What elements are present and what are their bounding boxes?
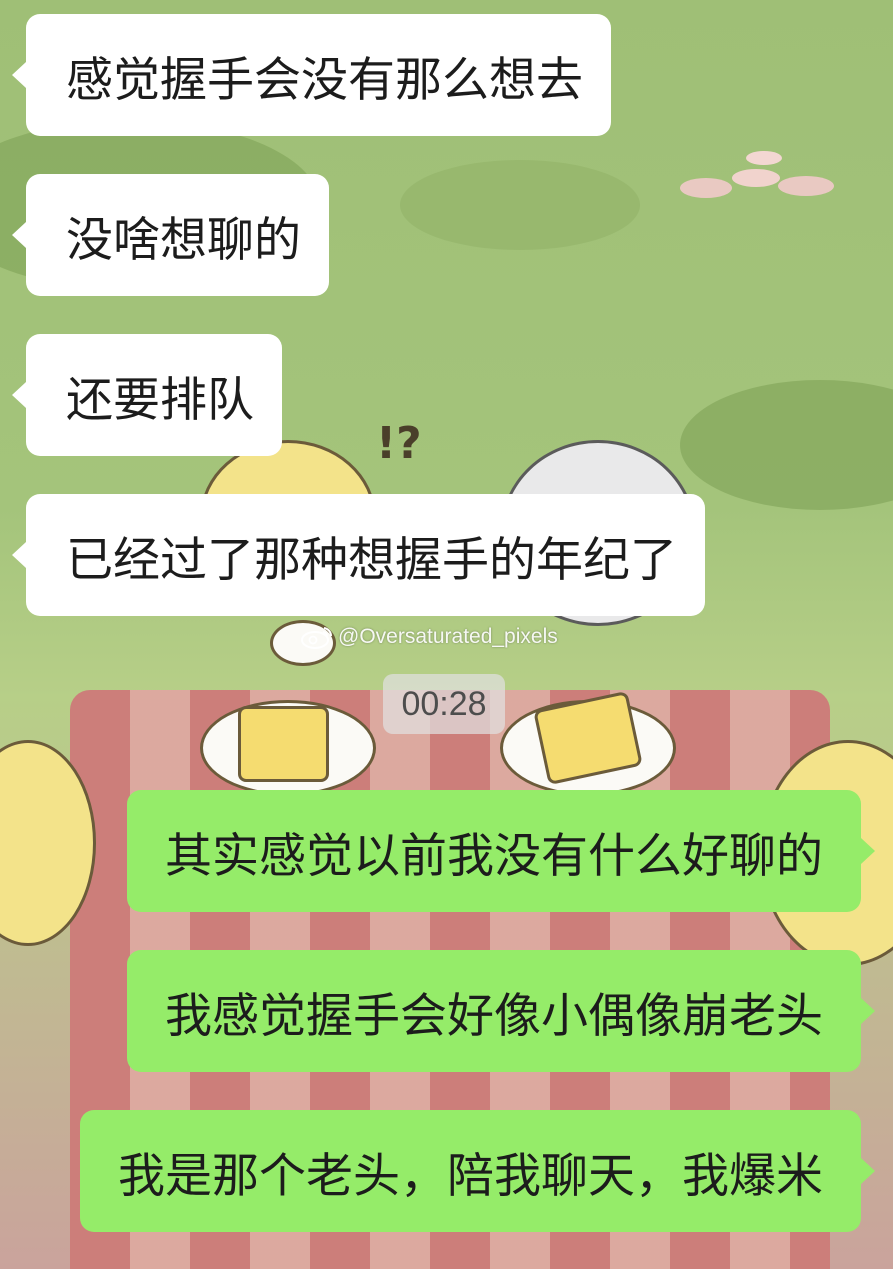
watermark-text: @Oversaturated_pixels [338,625,558,648]
message-text: 没啥想聊的 [66,212,301,268]
message-bubble-outgoing[interactable]: 我是那个老头，陪我聊天，我爆米 [80,1110,875,1232]
message-text: 还要排队 [66,372,254,428]
message-text: 感觉握手会没有那么想去 [66,52,583,108]
message-bubble-incoming[interactable]: 没啥想聊的 [12,174,329,296]
message-text: 我是那个老头，陪我聊天，我爆米 [118,1148,823,1204]
svg-text:!?: !? [376,418,422,469]
weibo-logo-icon [301,627,333,649]
message-bubble-outgoing[interactable]: 我感觉握手会好像小偶像崩老头 [127,950,875,1072]
message-bubble-outgoing[interactable]: 其实感觉以前我没有什么好聊的 [127,790,875,912]
message-bubble-incoming[interactable]: 感觉握手会没有那么想去 [12,14,611,136]
message-text: 其实感觉以前我没有什么好聊的 [165,828,823,884]
chat-window[interactable]: !? 感觉握手会没有那么想去 没啥想聊的 还要排队 已经过了那种想握手的年纪了 … [0,0,893,1269]
message-text: 我感觉握手会好像小偶像崩老头 [165,988,823,1044]
message-bubble-incoming[interactable]: 已经过了那种想握手的年纪了 [12,494,705,616]
timestamp-text: 00:28 [401,684,487,723]
watermark: @Oversaturated_pixels [300,622,558,652]
message-text: 已经过了那种想握手的年纪了 [66,532,677,588]
message-bubble-incoming[interactable]: 还要排队 [12,334,282,456]
timestamp-divider: 00:28 [383,674,505,734]
